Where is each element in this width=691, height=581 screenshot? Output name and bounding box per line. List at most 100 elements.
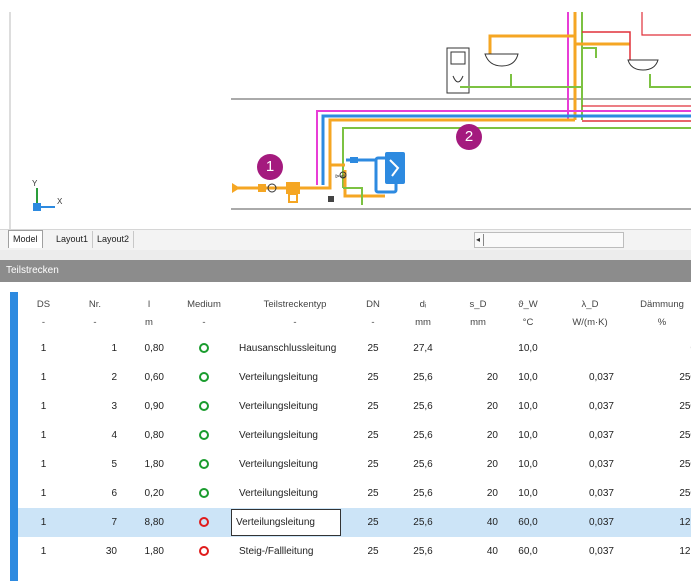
tab-layout2[interactable]: Layout2: [93, 231, 135, 248]
cell-l[interactable]: 1,80: [128, 537, 164, 566]
cell-medium[interactable]: [173, 508, 235, 537]
cell-di[interactable]: 25,6: [408, 392, 438, 421]
cell-nr[interactable]: 7: [80, 508, 117, 537]
cell-ds[interactable]: 1: [26, 392, 61, 421]
cell-ds[interactable]: 1: [26, 334, 61, 363]
cell-dn[interactable]: 25: [358, 450, 388, 479]
scroll-left-icon[interactable]: ◂: [476, 233, 480, 247]
cell-ds[interactable]: 1: [26, 508, 61, 537]
cell-typ[interactable]: Verteilungsleitung: [239, 421, 351, 450]
table-row[interactable]: 1 30 1,80 Steig-/Fallleitung 25 25,6 40 60,0 0,0…: [18, 537, 691, 566]
cell-l[interactable]: 0,90: [128, 392, 164, 421]
cell-ds[interactable]: 1: [26, 421, 61, 450]
cell-tw[interactable]: 60,0: [513, 537, 543, 566]
table-row[interactable]: 1 4 0,80 Verteilungsleitung 25 25,6 20 10,0 0,03…: [18, 421, 691, 450]
cell-medium[interactable]: [173, 421, 235, 450]
cell-sd[interactable]: 20: [458, 450, 498, 479]
cell-typ[interactable]: Steig-/Fallleitung: [239, 537, 351, 566]
cell-di[interactable]: 25,6: [408, 450, 438, 479]
cell-ld[interactable]: 0,037: [570, 421, 614, 450]
cell-typ[interactable]: Verteilungsleitung: [239, 450, 351, 479]
cell-l[interactable]: 8,80: [128, 508, 164, 537]
cell-di[interactable]: 25,6: [408, 421, 438, 450]
cell-di[interactable]: 25,6: [408, 537, 438, 566]
cell-ld[interactable]: 0,037: [570, 450, 614, 479]
cell-ld[interactable]: [570, 334, 614, 363]
cell-l[interactable]: 0,80: [128, 421, 164, 450]
cell-tw[interactable]: 10,0: [513, 479, 543, 508]
cell-typ[interactable]: Verteilungsleitung: [239, 479, 351, 508]
cell-l[interactable]: 0,20: [128, 479, 164, 508]
cell-sd[interactable]: 40: [458, 537, 498, 566]
cell-nr[interactable]: 5: [80, 450, 117, 479]
cell-daemmung[interactable]: 121: [646, 508, 691, 537]
cell-tw[interactable]: 10,0: [513, 450, 543, 479]
cell-sd[interactable]: 20: [458, 363, 498, 392]
cell-dn[interactable]: 25: [358, 479, 388, 508]
cell-tw[interactable]: 10,0: [513, 363, 543, 392]
cell-daemmung[interactable]: 121: [646, 537, 691, 566]
cell-dn[interactable]: 25: [358, 363, 388, 392]
table-row[interactable]: 11 0,80 Hausanschlussleitung25 27,4 10,0 0: [18, 334, 691, 363]
cell-ld[interactable]: 0,037: [570, 363, 614, 392]
cell-ld[interactable]: 0,037: [570, 479, 614, 508]
cell-sd[interactable]: 20: [458, 421, 498, 450]
cell-tw[interactable]: 60,0: [513, 508, 543, 537]
cell-dn[interactable]: 25: [358, 508, 388, 537]
cell-dn[interactable]: 25: [358, 537, 388, 566]
cell-l[interactable]: 0,60: [128, 363, 164, 392]
cell-typ-editor[interactable]: Verteilungsleitung: [231, 509, 341, 536]
cell-ds[interactable]: 1: [26, 363, 61, 392]
cell-typ[interactable]: Hausanschlussleitung: [239, 334, 351, 363]
cell-sd[interactable]: 40: [458, 508, 498, 537]
teilstrecken-grid[interactable]: DS Nr. l Medium Teilstreckentyp DN dᵢ s_…: [0, 282, 691, 581]
cell-tw[interactable]: 10,0: [513, 334, 543, 363]
cell-ld[interactable]: 0,037: [570, 392, 614, 421]
cell-di[interactable]: 25,6: [408, 508, 438, 537]
cell-ld[interactable]: 0,037: [570, 537, 614, 566]
cell-di[interactable]: 27,4: [408, 334, 438, 363]
cell-di[interactable]: 25,6: [408, 479, 438, 508]
marker-2[interactable]: 2: [456, 124, 482, 150]
cell-medium[interactable]: [173, 363, 235, 392]
cell-nr[interactable]: 2: [80, 363, 117, 392]
cell-typ[interactable]: Verteilungsleitung: [239, 392, 351, 421]
cell-dn[interactable]: 25: [358, 334, 388, 363]
table-row[interactable]: 1 5 1,80 Verteilungsleitung 25 25,6 20 10,0 0,03…: [18, 450, 691, 479]
cell-nr[interactable]: 3: [80, 392, 117, 421]
cell-daemmung[interactable]: 250: [646, 363, 691, 392]
cell-tw[interactable]: 10,0: [513, 421, 543, 450]
cell-ds[interactable]: 1: [26, 450, 61, 479]
cell-medium[interactable]: [173, 450, 235, 479]
cell-nr[interactable]: 4: [80, 421, 117, 450]
cad-viewport[interactable]: ⊳⊲ Y X 1 2: [0, 0, 691, 229]
cell-daemmung[interactable]: 250: [646, 421, 691, 450]
cell-ds[interactable]: 1: [26, 537, 61, 566]
cell-di[interactable]: 25,6: [408, 363, 438, 392]
tab-layout1[interactable]: Layout1: [52, 231, 94, 248]
cell-nr[interactable]: 6: [80, 479, 117, 508]
cell-sd[interactable]: 20: [458, 392, 498, 421]
cell-l[interactable]: 0,80: [128, 334, 164, 363]
cell-sd[interactable]: [458, 334, 498, 363]
cell-medium[interactable]: [173, 537, 235, 566]
cell-nr[interactable]: 30: [80, 537, 117, 566]
cell-dn[interactable]: 25: [358, 421, 388, 450]
cell-daemmung[interactable]: 250: [646, 392, 691, 421]
cell-ds[interactable]: 1: [26, 479, 61, 508]
table-row-selected[interactable]: 1 7 8,80 Verteilungsleitung 25 25,6 40 60,0 0,03…: [18, 508, 691, 537]
cell-daemmung[interactable]: 0: [646, 334, 691, 363]
cell-typ[interactable]: Verteilungsleitung: [239, 363, 351, 392]
table-row[interactable]: 1 2 0,60 Verteilungsleitung 25 25,6 20 10,0 0,03…: [18, 363, 691, 392]
cell-nr[interactable]: 1: [80, 334, 117, 363]
cell-tw[interactable]: 10,0: [513, 392, 543, 421]
tab-model[interactable]: Model: [8, 230, 43, 248]
cell-dn[interactable]: 25: [358, 392, 388, 421]
cell-medium[interactable]: [173, 479, 235, 508]
cell-sd[interactable]: 20: [458, 479, 498, 508]
cell-daemmung[interactable]: 250: [646, 450, 691, 479]
cell-daemmung[interactable]: 250: [646, 479, 691, 508]
horizontal-scrollbar[interactable]: ◂: [474, 232, 624, 248]
table-row[interactable]: 1 6 0,20 Verteilungsleitung 25 25,6 20 10,0 0,03…: [18, 479, 691, 508]
cell-l[interactable]: 1,80: [128, 450, 164, 479]
